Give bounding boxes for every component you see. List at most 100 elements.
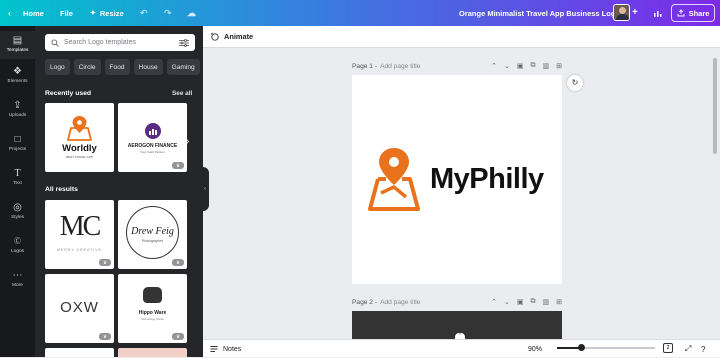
refresh-icon[interactable]: ↻ xyxy=(567,75,583,91)
add-page-icon[interactable]: ⊞ xyxy=(556,298,562,306)
chip-house[interactable]: House xyxy=(133,59,163,75)
rail-label-more: More xyxy=(12,283,23,288)
share-button[interactable]: Share xyxy=(671,4,715,22)
share-label: Share xyxy=(688,8,710,18)
animate-icon xyxy=(210,32,219,41)
template-thumb-partial[interactable] xyxy=(45,348,114,357)
page-label: Page 1 xyxy=(352,62,373,70)
lock-icon[interactable]: ▣ xyxy=(517,62,524,70)
chip-circle[interactable]: Circle xyxy=(73,59,101,75)
template-thumb-worldly[interactable]: Worldly BEST TRAVEL APP xyxy=(45,103,114,172)
map-pin-logo-icon xyxy=(368,148,420,211)
template-thumb-mc[interactable]: MC MERRY CREATIVE ♛ xyxy=(45,200,114,269)
editor-toolbar: Animate xyxy=(203,26,720,48)
document-title[interactable]: Orange Minimalist Travel App Business Lo… xyxy=(459,0,620,26)
palette-icon: ◎ xyxy=(13,202,22,213)
undo-button[interactable]: ↶ xyxy=(140,0,148,26)
rail-item-uploads[interactable]: ⇪ Uploads xyxy=(0,100,35,118)
template-tagline: Technology Studio xyxy=(141,317,164,321)
trash-icon[interactable]: ▥ xyxy=(543,298,550,306)
template-tagline: Photographer xyxy=(141,239,164,243)
chip-gaming[interactable]: Gaming xyxy=(166,59,200,75)
template-thumb-partial[interactable] xyxy=(118,348,187,357)
fullscreen-button[interactable]: ⤢ xyxy=(685,340,691,358)
lock-icon[interactable]: ▣ xyxy=(517,298,524,306)
collapse-panel-button[interactable]: ‹ xyxy=(201,167,209,211)
chevron-down-icon[interactable]: ⌄ xyxy=(504,298,510,306)
add-collaborator-button[interactable]: + xyxy=(632,0,638,26)
rail-label-styles: Styles xyxy=(10,215,25,220)
template-thumb-drew-feig[interactable]: Drew Feig Photographer ♛ xyxy=(118,200,187,269)
page-count-button[interactable]: 2 xyxy=(663,343,673,353)
page-title-input[interactable]: Add page title xyxy=(380,63,420,70)
crown-icon: ♛ xyxy=(172,162,184,169)
zoom-value: 90% xyxy=(528,345,543,353)
carousel-next-icon[interactable]: › xyxy=(186,136,189,147)
folder-icon: □ xyxy=(14,134,21,145)
trash-icon[interactable]: ▥ xyxy=(543,62,550,70)
back-button[interactable]: ‹ xyxy=(8,0,11,26)
help-button[interactable]: ? xyxy=(701,340,705,358)
fullscreen-icon: ⤢ xyxy=(685,344,692,353)
elements-icon: ❖ xyxy=(13,66,22,77)
rail-item-projects[interactable]: □ Projects xyxy=(0,134,35,152)
resize-label: Resize xyxy=(99,8,124,18)
template-thumb-hippo-ware[interactable]: Hippo Ware Technology Studio ♛ xyxy=(118,274,187,343)
template-name: MC xyxy=(59,211,102,242)
vertical-scrollbar[interactable] xyxy=(713,58,717,154)
recently-used-heading: Recently used xyxy=(45,90,92,97)
rail-item-logos[interactable]: Ⓒ Logos xyxy=(0,236,35,254)
home-button[interactable]: Home xyxy=(23,0,44,26)
duplicate-icon[interactable]: ⧉ xyxy=(531,298,536,306)
template-thumb-oxw[interactable]: OXW ♛ xyxy=(45,274,114,343)
rail-label-templates: Templates xyxy=(6,48,29,53)
zoom-slider-handle[interactable] xyxy=(578,344,585,351)
avatar[interactable] xyxy=(613,4,630,21)
see-all-link[interactable]: See all xyxy=(172,90,192,97)
rail-label-text: Text xyxy=(13,181,22,186)
chip-food[interactable]: Food xyxy=(104,59,130,75)
redo-button[interactable]: ↷ xyxy=(164,0,172,26)
rail-item-more[interactable]: ⋯ More xyxy=(0,270,35,288)
crown-icon: ♛ xyxy=(99,259,111,266)
chevron-up-icon[interactable]: ⌃ xyxy=(491,62,497,70)
crown-icon: ♛ xyxy=(172,333,184,340)
file-menu[interactable]: File xyxy=(60,0,73,26)
chevron-up-icon[interactable]: ⌃ xyxy=(491,298,497,306)
category-chips: Logo Circle Food House Gaming xyxy=(45,59,200,75)
rail-item-styles[interactable]: ◎ Styles xyxy=(0,202,35,220)
page-header: Page 2 - Add page title ⌃ ⌄ ▣ ⧉ ▥ ⊞ xyxy=(352,296,562,308)
filter-icon[interactable] xyxy=(179,38,189,47)
template-thumb-aerogon[interactable]: AEROGON FINANCE Your Cash Partner ♛ xyxy=(118,103,187,172)
zoom-level[interactable]: 90% xyxy=(528,340,542,358)
search-input[interactable]: Search Logo templates xyxy=(45,34,195,51)
zoom-slider[interactable] xyxy=(557,347,655,349)
chip-logo[interactable]: Logo xyxy=(45,59,70,75)
text-icon: T xyxy=(14,168,21,179)
design-page[interactable]: MyPhilly xyxy=(352,75,562,284)
animate-button[interactable]: Animate xyxy=(224,32,253,41)
notes-button[interactable]: Notes xyxy=(210,340,241,358)
insights-button[interactable] xyxy=(653,0,662,26)
cloud-save-status[interactable]: ☁ xyxy=(187,0,196,26)
rail-item-elements[interactable]: ❖ Elements xyxy=(0,66,35,84)
template-tagline: Your Cash Partner xyxy=(140,150,165,154)
chevron-down-icon[interactable]: ⌄ xyxy=(504,62,510,70)
templates-panel: Search Logo templates Logo Circle Food H… xyxy=(35,26,203,357)
rail-item-templates[interactable]: ▤ Templates xyxy=(0,31,35,59)
resize-button[interactable]: ✦ Resize xyxy=(90,0,124,26)
page-title-input[interactable]: Add page title xyxy=(380,299,420,306)
more-icon: ⋯ xyxy=(12,270,23,281)
rail-label-projects: Projects xyxy=(8,147,27,152)
add-page-icon[interactable]: ⊞ xyxy=(556,62,562,70)
template-name: Hippo Ware xyxy=(138,310,167,316)
bars-icon xyxy=(149,129,157,135)
page-title-separator: - xyxy=(374,62,378,70)
crown-icon: ♛ xyxy=(172,259,184,266)
hippo-icon xyxy=(143,287,162,303)
rail-label-elements: Elements xyxy=(7,79,28,84)
templates-icon: ▤ xyxy=(12,35,23,46)
duplicate-icon[interactable]: ⧉ xyxy=(531,62,536,70)
rail-item-text[interactable]: T Text xyxy=(0,168,35,186)
logo-text[interactable]: MyPhilly xyxy=(430,163,544,196)
